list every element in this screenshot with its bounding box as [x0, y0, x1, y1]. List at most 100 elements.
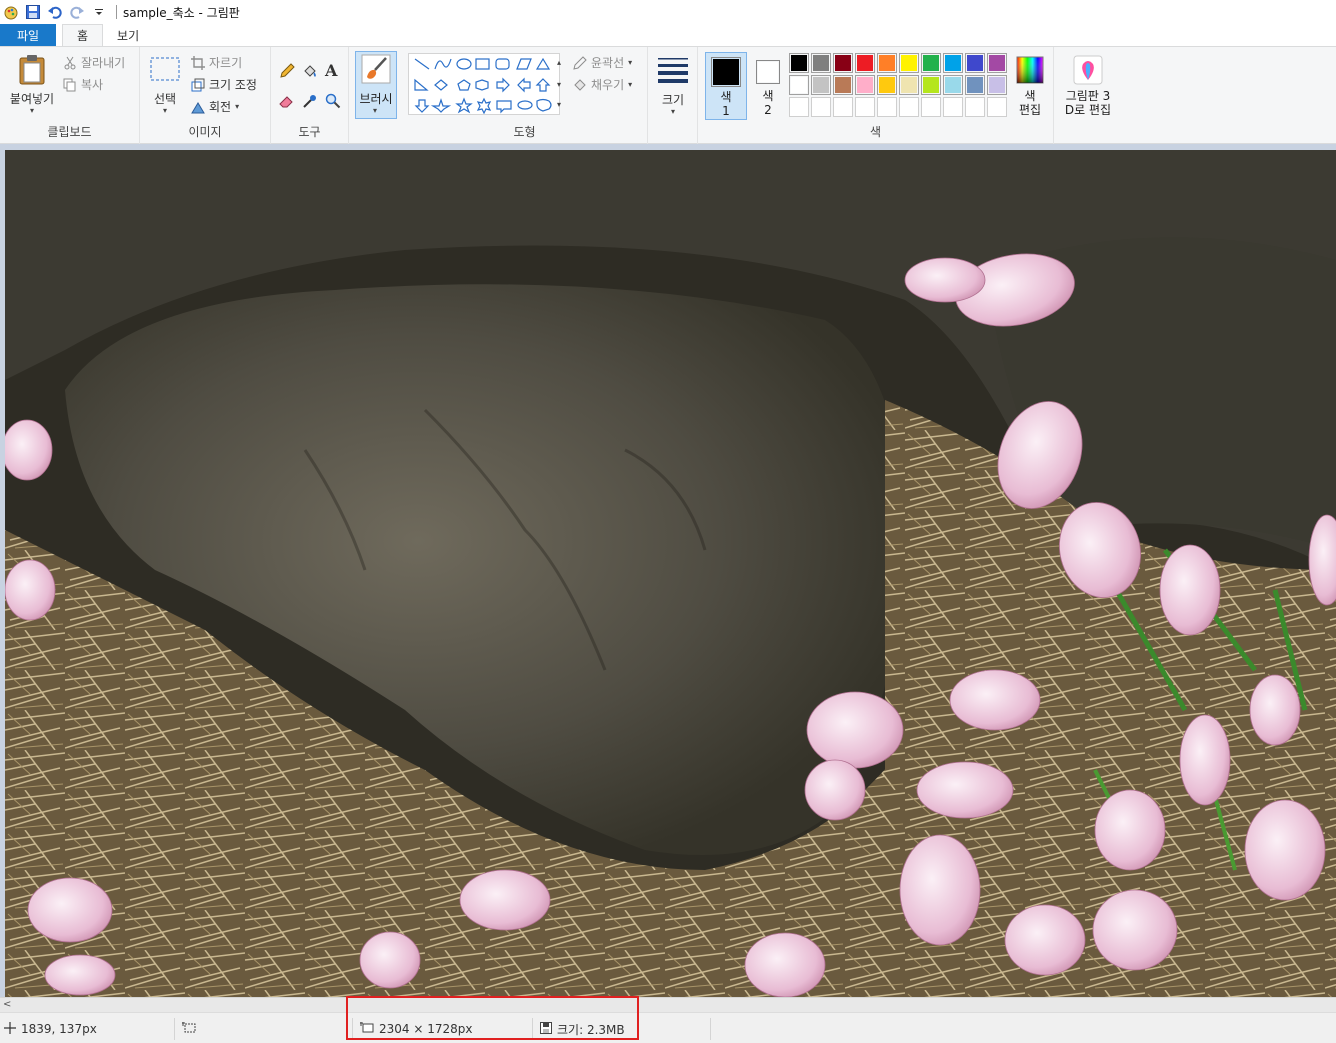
resize-icon: [190, 77, 206, 93]
palette-color-swatch[interactable]: [965, 53, 985, 73]
outline-button[interactable]: 윤곽선 ▾: [572, 54, 632, 71]
shapes-scroll-down-icon[interactable]: ▾: [557, 81, 561, 89]
palette-color-swatch[interactable]: [965, 75, 985, 95]
palette-color-swatch[interactable]: [943, 75, 963, 95]
tab-home[interactable]: 홈: [62, 24, 104, 46]
palette-color-swatch[interactable]: [899, 75, 919, 95]
paste-dropdown-icon[interactable]: ▾: [30, 107, 34, 115]
paste-button[interactable]: 붙여넣기 ▾: [6, 53, 58, 115]
color-spectrum-icon: [1016, 56, 1044, 87]
rotate-label: 회전: [209, 100, 232, 114]
customize-quick-access-icon[interactable]: [88, 1, 110, 23]
palette-color-swatch[interactable]: [921, 75, 941, 95]
magnifier-icon[interactable]: [325, 93, 341, 109]
colors-group: 색 1 색 2 색 편집 색: [698, 47, 1054, 144]
custom-color-slot[interactable]: [877, 97, 897, 117]
shapes-scroll-up-icon[interactable]: ▴: [557, 59, 561, 67]
custom-color-slot[interactable]: [789, 97, 809, 117]
color2-label-b: 2: [764, 103, 772, 117]
select-label: 선택: [153, 92, 177, 106]
paint3d-label-a: 그림판 3: [1065, 89, 1111, 103]
palette-color-swatch[interactable]: [877, 53, 897, 73]
brushes-button[interactable]: 브러시 ▾: [355, 51, 397, 119]
palette-color-swatch[interactable]: [833, 53, 853, 73]
crosshair-icon: [4, 1021, 16, 1037]
cursor-position: 1839, 137px: [4, 1020, 97, 1038]
color1-swatch: [711, 57, 741, 87]
shapes-group: ▴ ▾ ▾ 윤곽선 ▾ 채우기 ▾ 도형: [402, 47, 648, 144]
copy-icon: [62, 77, 78, 93]
custom-color-slot[interactable]: [811, 97, 831, 117]
color-picker-icon[interactable]: [302, 93, 318, 109]
fill-bucket-icon[interactable]: [302, 63, 318, 79]
copy-button[interactable]: 복사: [62, 76, 103, 93]
cut-button[interactable]: 잘라내기: [62, 54, 125, 71]
tools-group: A 도구: [271, 47, 349, 144]
custom-color-slot[interactable]: [855, 97, 875, 117]
custom-color-slot[interactable]: [943, 97, 963, 117]
crop-icon: [190, 55, 206, 71]
custom-color-slot[interactable]: [921, 97, 941, 117]
tab-view[interactable]: 보기: [103, 24, 153, 46]
select-button[interactable]: 선택 ▾: [148, 55, 182, 115]
select-dropdown-icon[interactable]: ▾: [163, 107, 167, 115]
palette-color-swatch[interactable]: [899, 53, 919, 73]
save-icon[interactable]: [22, 1, 44, 23]
shapes-expand-icon[interactable]: ▾: [557, 101, 561, 109]
undo-icon[interactable]: [44, 1, 66, 23]
rotate-icon: [190, 99, 206, 115]
shapes-gallery[interactable]: [408, 53, 560, 115]
palette-color-swatch[interactable]: [855, 53, 875, 73]
custom-color-slot[interactable]: [965, 97, 985, 117]
palette-color-swatch[interactable]: [789, 75, 809, 95]
brush-icon: [361, 54, 391, 87]
crop-button[interactable]: 자르기: [190, 54, 242, 71]
scroll-left-icon[interactable]: <: [3, 998, 11, 1012]
custom-color-slot[interactable]: [987, 97, 1007, 117]
custom-color-slot[interactable]: [833, 97, 853, 117]
paint3d-label-b: D로 편집: [1064, 103, 1112, 117]
cursor-position-text: 1839, 137px: [21, 1022, 97, 1036]
palette-color-swatch[interactable]: [877, 75, 897, 95]
text-tool-icon[interactable]: A: [325, 61, 337, 80]
fill-bucket-small-icon: [572, 77, 588, 93]
canvas-image[interactable]: [5, 150, 1336, 997]
redo-icon[interactable]: [66, 1, 88, 23]
rotate-button[interactable]: 회전 ▾: [190, 98, 239, 115]
color1-button[interactable]: 색 1: [705, 52, 747, 120]
size-dropdown-icon: ▾: [670, 107, 675, 116]
canvas-workspace[interactable]: [0, 144, 1336, 997]
palette-color-swatch[interactable]: [987, 53, 1007, 73]
palette-color-swatch[interactable]: [943, 53, 963, 73]
quick-access-toolbar: [0, 0, 110, 24]
size-button[interactable]: 크기 ▾: [654, 55, 692, 116]
paint-app-icon[interactable]: [0, 1, 22, 23]
color2-button[interactable]: 색 2: [750, 52, 786, 120]
palette-color-swatch[interactable]: [855, 75, 875, 95]
resize-button[interactable]: 크기 조정: [190, 76, 257, 93]
fill-button[interactable]: 채우기 ▾: [572, 76, 632, 93]
pencil-icon[interactable]: [279, 63, 295, 79]
rotate-dropdown-icon[interactable]: ▾: [235, 102, 239, 111]
fill-dropdown-icon: ▾: [628, 79, 633, 89]
palette-color-swatch[interactable]: [833, 75, 853, 95]
edit-colors-button[interactable]: 색 편집: [1012, 52, 1048, 120]
palette-color-swatch[interactable]: [789, 53, 809, 73]
palette-color-swatch[interactable]: [987, 75, 1007, 95]
custom-color-slot[interactable]: [899, 97, 919, 117]
selection-size-icon: [182, 1021, 196, 1037]
tab-file[interactable]: 파일: [0, 24, 56, 46]
edit-with-paint3d-button[interactable]: 그림판 3 D로 편집: [1060, 52, 1116, 120]
ribbon: 붙여넣기 ▾ 잘라내기 복사 클립보드 선택 ▾ 자르기 크기 조정 회전 ▾ …: [0, 47, 1336, 144]
outline-pen-icon: [572, 55, 588, 71]
title-separator: [116, 5, 117, 19]
status-separator: [174, 1018, 175, 1040]
color1-label-a: 색: [720, 90, 732, 104]
eraser-icon[interactable]: [279, 93, 295, 109]
color1-label-b: 1: [722, 104, 730, 118]
palette-color-swatch[interactable]: [811, 75, 831, 95]
palette-color-swatch[interactable]: [921, 53, 941, 73]
palette-color-swatch[interactable]: [811, 53, 831, 73]
horizontal-scrollbar[interactable]: <: [0, 997, 1336, 1012]
ribbon-tabs: 파일 홈 보기: [0, 24, 1336, 46]
